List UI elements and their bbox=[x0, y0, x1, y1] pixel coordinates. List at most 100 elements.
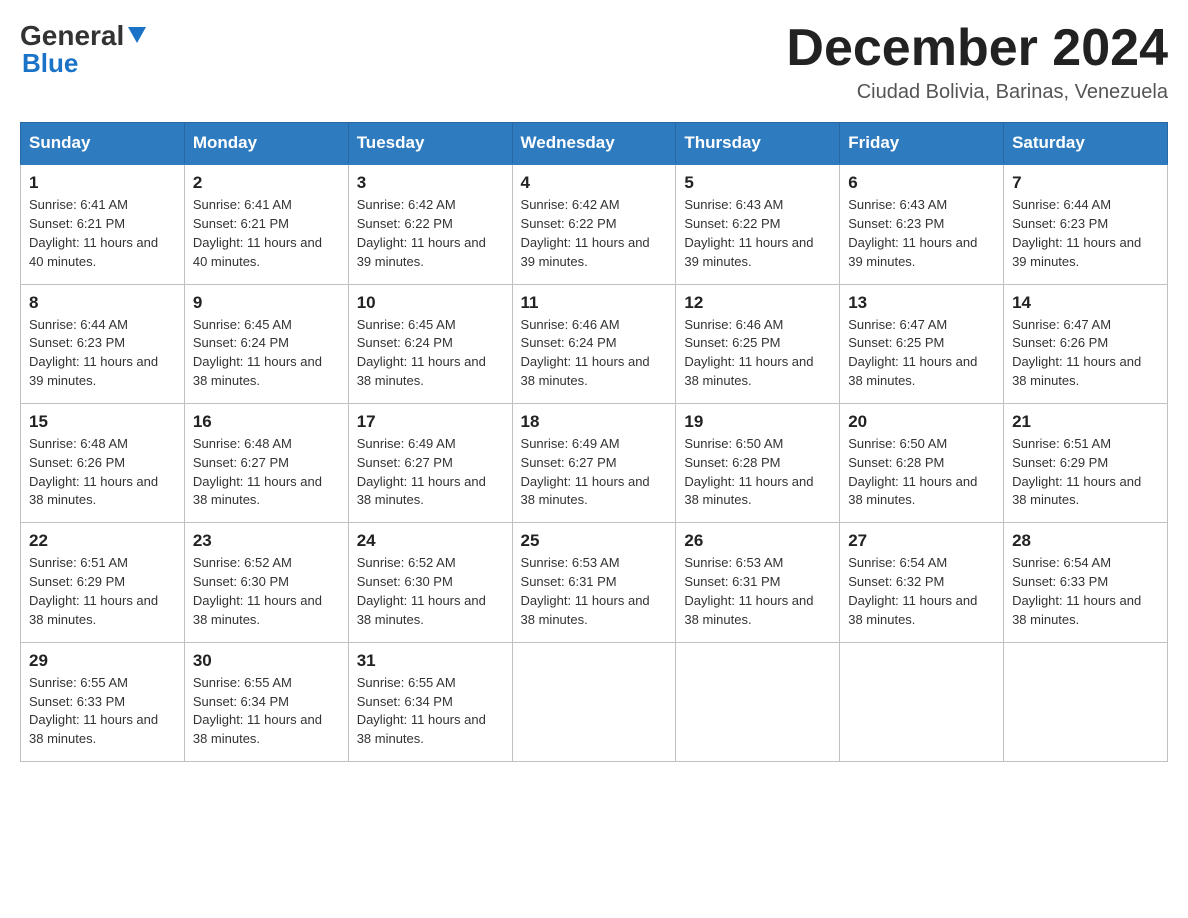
day-number: 24 bbox=[357, 531, 504, 551]
day-info: Sunrise: 6:54 AMSunset: 6:32 PMDaylight:… bbox=[848, 555, 977, 627]
day-number: 14 bbox=[1012, 293, 1159, 313]
empty-cell bbox=[676, 642, 840, 761]
day-cell-3: 3 Sunrise: 6:42 AMSunset: 6:22 PMDayligh… bbox=[348, 164, 512, 284]
day-info: Sunrise: 6:43 AMSunset: 6:22 PMDaylight:… bbox=[684, 197, 813, 269]
day-cell-24: 24 Sunrise: 6:52 AMSunset: 6:30 PMDaylig… bbox=[348, 523, 512, 642]
day-number: 13 bbox=[848, 293, 995, 313]
day-cell-20: 20 Sunrise: 6:50 AMSunset: 6:28 PMDaylig… bbox=[840, 403, 1004, 522]
day-number: 12 bbox=[684, 293, 831, 313]
month-title: December 2024 bbox=[786, 20, 1168, 77]
weekday-header-row: SundayMondayTuesdayWednesdayThursdayFrid… bbox=[21, 123, 1168, 165]
day-cell-4: 4 Sunrise: 6:42 AMSunset: 6:22 PMDayligh… bbox=[512, 164, 676, 284]
day-number: 20 bbox=[848, 412, 995, 432]
day-info: Sunrise: 6:52 AMSunset: 6:30 PMDaylight:… bbox=[357, 555, 486, 627]
day-cell-2: 2 Sunrise: 6:41 AMSunset: 6:21 PMDayligh… bbox=[184, 164, 348, 284]
day-cell-27: 27 Sunrise: 6:54 AMSunset: 6:32 PMDaylig… bbox=[840, 523, 1004, 642]
day-number: 9 bbox=[193, 293, 340, 313]
day-number: 23 bbox=[193, 531, 340, 551]
day-cell-17: 17 Sunrise: 6:49 AMSunset: 6:27 PMDaylig… bbox=[348, 403, 512, 522]
day-info: Sunrise: 6:44 AMSunset: 6:23 PMDaylight:… bbox=[1012, 197, 1141, 269]
day-info: Sunrise: 6:48 AMSunset: 6:27 PMDaylight:… bbox=[193, 436, 322, 508]
day-info: Sunrise: 6:54 AMSunset: 6:33 PMDaylight:… bbox=[1012, 555, 1141, 627]
page-header: General Blue December 2024 Ciudad Bolivi… bbox=[20, 20, 1168, 104]
day-number: 11 bbox=[521, 293, 668, 313]
day-info: Sunrise: 6:41 AMSunset: 6:21 PMDaylight:… bbox=[193, 197, 322, 269]
day-info: Sunrise: 6:55 AMSunset: 6:34 PMDaylight:… bbox=[357, 675, 486, 747]
day-cell-14: 14 Sunrise: 6:47 AMSunset: 6:26 PMDaylig… bbox=[1004, 284, 1168, 403]
day-cell-30: 30 Sunrise: 6:55 AMSunset: 6:34 PMDaylig… bbox=[184, 642, 348, 761]
day-cell-26: 26 Sunrise: 6:53 AMSunset: 6:31 PMDaylig… bbox=[676, 523, 840, 642]
week-row-3: 15 Sunrise: 6:48 AMSunset: 6:26 PMDaylig… bbox=[21, 403, 1168, 522]
day-cell-31: 31 Sunrise: 6:55 AMSunset: 6:34 PMDaylig… bbox=[348, 642, 512, 761]
day-cell-21: 21 Sunrise: 6:51 AMSunset: 6:29 PMDaylig… bbox=[1004, 403, 1168, 522]
day-cell-9: 9 Sunrise: 6:45 AMSunset: 6:24 PMDayligh… bbox=[184, 284, 348, 403]
location-subtitle: Ciudad Bolivia, Barinas, Venezuela bbox=[786, 81, 1168, 104]
day-number: 17 bbox=[357, 412, 504, 432]
week-row-5: 29 Sunrise: 6:55 AMSunset: 6:33 PMDaylig… bbox=[21, 642, 1168, 761]
weekday-header-tuesday: Tuesday bbox=[348, 123, 512, 165]
day-info: Sunrise: 6:43 AMSunset: 6:23 PMDaylight:… bbox=[848, 197, 977, 269]
day-info: Sunrise: 6:47 AMSunset: 6:26 PMDaylight:… bbox=[1012, 317, 1141, 389]
day-info: Sunrise: 6:50 AMSunset: 6:28 PMDaylight:… bbox=[848, 436, 977, 508]
day-info: Sunrise: 6:47 AMSunset: 6:25 PMDaylight:… bbox=[848, 317, 977, 389]
day-number: 1 bbox=[29, 173, 176, 193]
day-number: 30 bbox=[193, 651, 340, 671]
day-number: 19 bbox=[684, 412, 831, 432]
day-cell-11: 11 Sunrise: 6:46 AMSunset: 6:24 PMDaylig… bbox=[512, 284, 676, 403]
day-info: Sunrise: 6:53 AMSunset: 6:31 PMDaylight:… bbox=[521, 555, 650, 627]
logo-triangle-icon bbox=[126, 23, 148, 45]
day-info: Sunrise: 6:44 AMSunset: 6:23 PMDaylight:… bbox=[29, 317, 158, 389]
day-info: Sunrise: 6:50 AMSunset: 6:28 PMDaylight:… bbox=[684, 436, 813, 508]
day-info: Sunrise: 6:53 AMSunset: 6:31 PMDaylight:… bbox=[684, 555, 813, 627]
day-info: Sunrise: 6:49 AMSunset: 6:27 PMDaylight:… bbox=[357, 436, 486, 508]
day-number: 16 bbox=[193, 412, 340, 432]
day-cell-16: 16 Sunrise: 6:48 AMSunset: 6:27 PMDaylig… bbox=[184, 403, 348, 522]
day-cell-28: 28 Sunrise: 6:54 AMSunset: 6:33 PMDaylig… bbox=[1004, 523, 1168, 642]
day-cell-10: 10 Sunrise: 6:45 AMSunset: 6:24 PMDaylig… bbox=[348, 284, 512, 403]
day-info: Sunrise: 6:41 AMSunset: 6:21 PMDaylight:… bbox=[29, 197, 158, 269]
day-number: 29 bbox=[29, 651, 176, 671]
day-info: Sunrise: 6:42 AMSunset: 6:22 PMDaylight:… bbox=[521, 197, 650, 269]
day-cell-29: 29 Sunrise: 6:55 AMSunset: 6:33 PMDaylig… bbox=[21, 642, 185, 761]
weekday-header-saturday: Saturday bbox=[1004, 123, 1168, 165]
week-row-1: 1 Sunrise: 6:41 AMSunset: 6:21 PMDayligh… bbox=[21, 164, 1168, 284]
day-cell-23: 23 Sunrise: 6:52 AMSunset: 6:30 PMDaylig… bbox=[184, 523, 348, 642]
day-cell-6: 6 Sunrise: 6:43 AMSunset: 6:23 PMDayligh… bbox=[840, 164, 1004, 284]
empty-cell bbox=[840, 642, 1004, 761]
day-number: 21 bbox=[1012, 412, 1159, 432]
day-info: Sunrise: 6:49 AMSunset: 6:27 PMDaylight:… bbox=[521, 436, 650, 508]
week-row-4: 22 Sunrise: 6:51 AMSunset: 6:29 PMDaylig… bbox=[21, 523, 1168, 642]
day-info: Sunrise: 6:51 AMSunset: 6:29 PMDaylight:… bbox=[29, 555, 158, 627]
weekday-header-thursday: Thursday bbox=[676, 123, 840, 165]
day-number: 22 bbox=[29, 531, 176, 551]
day-info: Sunrise: 6:55 AMSunset: 6:33 PMDaylight:… bbox=[29, 675, 158, 747]
day-number: 3 bbox=[357, 173, 504, 193]
day-number: 25 bbox=[521, 531, 668, 551]
day-cell-25: 25 Sunrise: 6:53 AMSunset: 6:31 PMDaylig… bbox=[512, 523, 676, 642]
logo: General Blue bbox=[20, 20, 148, 79]
day-number: 26 bbox=[684, 531, 831, 551]
weekday-header-friday: Friday bbox=[840, 123, 1004, 165]
day-cell-19: 19 Sunrise: 6:50 AMSunset: 6:28 PMDaylig… bbox=[676, 403, 840, 522]
day-info: Sunrise: 6:52 AMSunset: 6:30 PMDaylight:… bbox=[193, 555, 322, 627]
day-number: 7 bbox=[1012, 173, 1159, 193]
day-number: 15 bbox=[29, 412, 176, 432]
day-number: 4 bbox=[521, 173, 668, 193]
weekday-header-wednesday: Wednesday bbox=[512, 123, 676, 165]
day-cell-1: 1 Sunrise: 6:41 AMSunset: 6:21 PMDayligh… bbox=[21, 164, 185, 284]
week-row-2: 8 Sunrise: 6:44 AMSunset: 6:23 PMDayligh… bbox=[21, 284, 1168, 403]
day-info: Sunrise: 6:55 AMSunset: 6:34 PMDaylight:… bbox=[193, 675, 322, 747]
day-number: 31 bbox=[357, 651, 504, 671]
empty-cell bbox=[512, 642, 676, 761]
day-number: 27 bbox=[848, 531, 995, 551]
day-cell-12: 12 Sunrise: 6:46 AMSunset: 6:25 PMDaylig… bbox=[676, 284, 840, 403]
day-info: Sunrise: 6:45 AMSunset: 6:24 PMDaylight:… bbox=[357, 317, 486, 389]
weekday-header-sunday: Sunday bbox=[21, 123, 185, 165]
weekday-header-monday: Monday bbox=[184, 123, 348, 165]
day-info: Sunrise: 6:51 AMSunset: 6:29 PMDaylight:… bbox=[1012, 436, 1141, 508]
day-info: Sunrise: 6:45 AMSunset: 6:24 PMDaylight:… bbox=[193, 317, 322, 389]
day-number: 18 bbox=[521, 412, 668, 432]
day-info: Sunrise: 6:46 AMSunset: 6:24 PMDaylight:… bbox=[521, 317, 650, 389]
day-number: 8 bbox=[29, 293, 176, 313]
day-number: 2 bbox=[193, 173, 340, 193]
